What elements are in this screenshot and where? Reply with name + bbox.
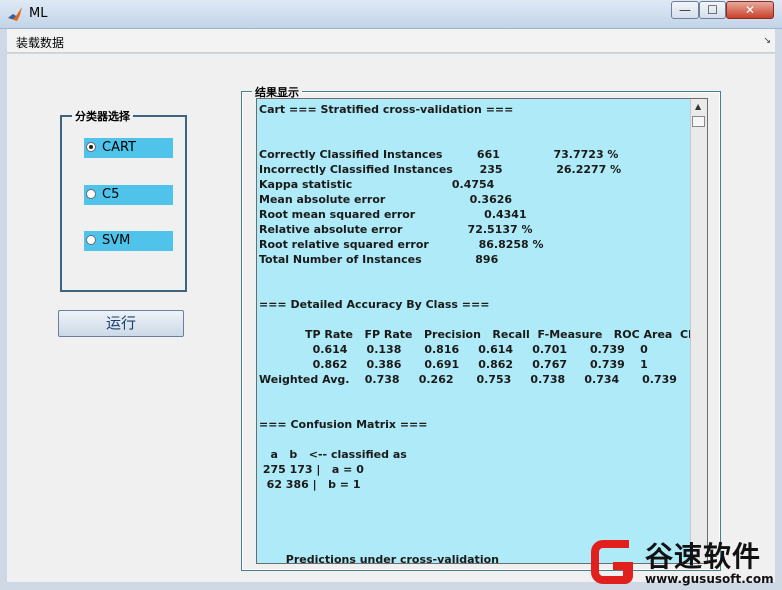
gususoft-logo-icon <box>591 540 633 584</box>
radio-c5[interactable]: C5 <box>84 185 173 205</box>
minimize-button[interactable]: — <box>671 1 699 19</box>
title-bar[interactable]: ML — ☐ ✕ <box>0 0 782 29</box>
results-text: Cart === Stratified cross-validation ===… <box>259 103 707 564</box>
radio-label-cart: CART <box>102 140 136 155</box>
radio-svm[interactable]: SVM <box>84 231 173 251</box>
scroll-thumb[interactable] <box>692 116 705 127</box>
watermark-name: 谷速软件 <box>645 540 762 573</box>
minimize-icon: — <box>679 3 691 17</box>
radio-unselected-icon[interactable] <box>86 235 96 245</box>
maximize-button[interactable]: ☐ <box>699 1 726 19</box>
menu-load-data[interactable]: 装载数据 <box>16 34 64 51</box>
close-button[interactable]: ✕ <box>726 1 774 19</box>
window-title: ML <box>29 6 48 21</box>
menu-overflow-icon[interactable]: ↘ <box>763 36 771 46</box>
radio-label-c5: C5 <box>102 187 120 202</box>
watermark-url: www.gususoft.com <box>645 572 774 586</box>
scroll-up-icon[interactable]: ▲ <box>695 102 701 111</box>
run-button[interactable]: 运行 <box>58 310 184 337</box>
menu-bar: 装载数据 ↘ <box>7 29 775 53</box>
radio-cart[interactable]: CART <box>84 138 173 158</box>
close-icon: ✕ <box>744 3 756 17</box>
results-scrollbar[interactable]: ▲ <box>690 99 707 563</box>
classifier-group: 分类器选择 CART C5 SVM <box>60 108 187 292</box>
radio-label-svm: SVM <box>102 233 131 248</box>
radio-unselected-icon[interactable] <box>86 189 96 199</box>
classifier-group-title: 分类器选择 <box>72 108 133 124</box>
maximize-icon: ☐ <box>707 3 718 17</box>
client-area: 分类器选择 CART C5 SVM 运行 结果显示 Cart === Strat… <box>7 54 775 582</box>
radio-selected-icon[interactable] <box>86 142 96 152</box>
results-group: 结果显示 Cart === Stratified cross-validatio… <box>241 84 721 571</box>
results-textarea[interactable]: Cart === Stratified cross-validation ===… <box>256 98 708 564</box>
matlab-icon <box>8 7 22 21</box>
watermark: 谷速软件 www.gususoft.com <box>585 532 782 590</box>
